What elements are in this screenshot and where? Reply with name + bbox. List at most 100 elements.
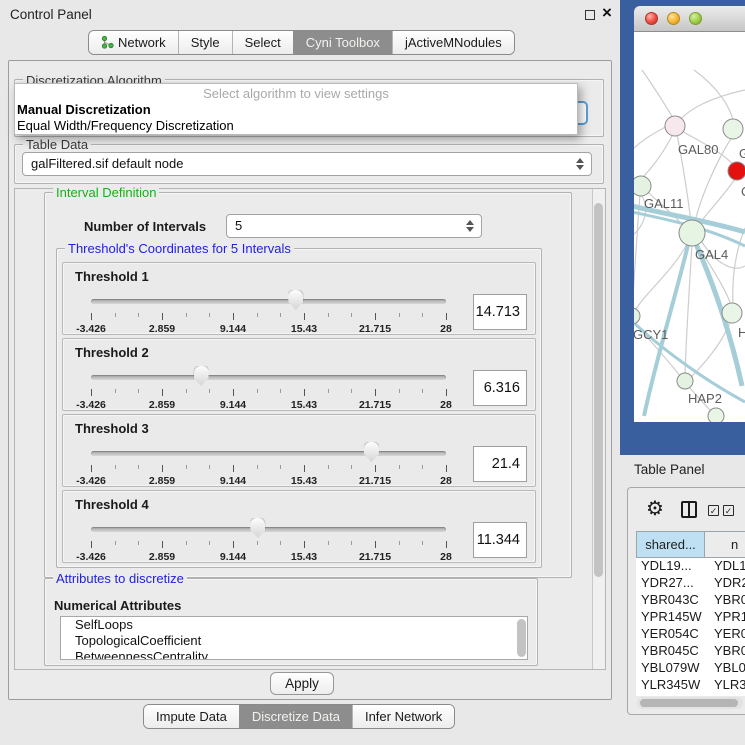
network-node[interactable]	[708, 408, 724, 422]
table-row[interactable]: YPR145WYPR1	[636, 609, 745, 626]
network-node[interactable]	[728, 162, 745, 180]
column-header-name[interactable]: n	[705, 531, 745, 558]
tick-mark	[138, 465, 139, 469]
tick-mark	[280, 541, 281, 545]
column-layout-icon[interactable]	[681, 501, 697, 518]
tab-impute-data[interactable]: Impute Data	[144, 705, 239, 728]
network-edge	[634, 126, 667, 150]
apply-button[interactable]: Apply	[270, 672, 334, 695]
tick-mark	[399, 465, 400, 469]
tick-mark	[375, 541, 376, 548]
tick-mark	[351, 465, 352, 469]
table-row[interactable]: YBR043CYBR0	[636, 592, 745, 609]
tick-mark	[91, 389, 92, 396]
threshold-slider[interactable]: -3.4262.8599.14415.4321.71528	[91, 515, 446, 561]
network-edge	[691, 322, 730, 377]
close-icon[interactable]	[602, 3, 612, 23]
tick-mark	[422, 313, 423, 317]
tick-label: 28	[440, 399, 452, 411]
tick-mark	[186, 465, 187, 469]
column-header-shared-name[interactable]: shared...	[636, 531, 705, 558]
table-row[interactable]: YLR345WYLR3	[636, 677, 745, 694]
tick-mark	[304, 313, 305, 320]
cell-name: YLR3	[705, 677, 745, 694]
table-row[interactable]: YDR27...YDR2	[636, 575, 745, 592]
minimize-traffic-light-icon[interactable]	[667, 12, 680, 25]
tick-label: 2.859	[149, 399, 175, 411]
network-node[interactable]	[679, 220, 705, 246]
cell-shared-name: YIL052C	[636, 694, 705, 696]
vertical-scrollbar-thumb[interactable]	[594, 203, 603, 577]
table-header-row: shared... n	[636, 531, 745, 558]
float-window-icon[interactable]	[585, 10, 595, 20]
numerical-attributes-list[interactable]: SelfLoopsTopologicalCoefficientBetweenne…	[60, 616, 528, 660]
tab-network[interactable]: Network	[89, 31, 178, 54]
gear-icon[interactable]	[646, 496, 664, 521]
horizontal-scrollbar-thumb[interactable]	[640, 699, 738, 707]
tick-mark	[209, 541, 210, 545]
threshold-slider[interactable]: -3.4262.8599.14415.4321.71528	[91, 439, 446, 485]
network-node[interactable]	[634, 308, 640, 324]
network-node[interactable]	[634, 176, 651, 196]
dropdown-option-manual[interactable]: Manual Discretization	[15, 102, 577, 118]
list-scrollbar-thumb[interactable]	[517, 619, 526, 657]
tick-mark	[257, 465, 258, 469]
table-row[interactable]: YBL079WYBL0	[636, 660, 745, 677]
close-traffic-light-icon[interactable]	[645, 12, 658, 25]
network-node[interactable]	[723, 119, 743, 139]
network-node[interactable]	[665, 116, 685, 136]
tick-label: 9.144	[220, 323, 246, 335]
cell-shared-name: YBL079W	[636, 660, 705, 677]
node-table: shared... n YDL19...YDL1YDR27...YDR2YBR0…	[636, 531, 745, 558]
tab-cyni-toolbox[interactable]: Cyni Toolbox	[293, 31, 392, 54]
threshold-value-input[interactable]	[473, 522, 527, 558]
table-row[interactable]: YDL19...YDL1	[636, 558, 745, 575]
network-node[interactable]	[677, 373, 693, 389]
tick-mark	[422, 389, 423, 393]
tab-select[interactable]: Select	[232, 31, 293, 54]
network-window-titlebar[interactable]	[634, 6, 745, 32]
tick-mark	[233, 465, 234, 472]
table-data-combobox[interactable]: galFiltered.sif default node	[22, 152, 592, 176]
table-row[interactable]: YBR045CYBR0	[636, 643, 745, 660]
list-item[interactable]: TopologicalCoefficient	[61, 633, 527, 649]
tab-style[interactable]: Style	[178, 31, 232, 54]
slider-thumb[interactable]	[194, 366, 209, 386]
list-item[interactable]: BetweennessCentrality	[61, 649, 527, 660]
tick-label: -3.426	[76, 399, 106, 411]
threshold-slider[interactable]: -3.4262.8599.14415.4321.71528	[91, 363, 446, 409]
slider-thumb[interactable]	[250, 518, 265, 538]
threshold-value-input[interactable]	[473, 294, 527, 330]
tab-infer-network[interactable]: Infer Network	[352, 705, 454, 728]
table-row[interactable]: YER054CYER0	[636, 626, 745, 643]
tab-discretize-data[interactable]: Discretize Data	[239, 705, 352, 728]
threshold-value-input[interactable]	[473, 370, 527, 406]
network-edge	[733, 228, 745, 304]
bottom-tab-bar: Impute Data Discretize Data Infer Networ…	[143, 704, 455, 729]
checkbox-icon[interactable]	[723, 505, 734, 516]
checkbox-icon[interactable]	[708, 505, 719, 516]
table-row[interactable]: YIL052CYIL0	[636, 694, 745, 696]
list-item[interactable]: SelfLoops	[61, 617, 527, 633]
combobox-value: 5	[235, 218, 242, 233]
cell-shared-name: YLR345W	[636, 677, 705, 694]
slider-tick-labels: -3.4262.8599.14415.4321.71528	[91, 323, 446, 335]
tab-label: Impute Data	[156, 705, 227, 728]
dropdown-option-equal-width[interactable]: Equal Width/Frequency Discretization	[15, 118, 577, 134]
network-node[interactable]	[722, 303, 742, 323]
threshold-value-input[interactable]	[473, 446, 527, 482]
slider-tick-labels: -3.4262.8599.14415.4321.71528	[91, 475, 446, 487]
number-of-intervals-combobox[interactable]: 5	[226, 214, 482, 238]
tick-mark	[399, 313, 400, 317]
network-canvas[interactable]: GAL80GACGAL11GAL4GCY1HHAP2	[634, 32, 745, 422]
tick-mark	[422, 541, 423, 545]
cell-shared-name: YBR045C	[636, 643, 705, 660]
cell-name: YDR2	[705, 575, 745, 592]
tab-label: Select	[245, 31, 281, 54]
slider-thumb[interactable]	[364, 442, 379, 462]
slider-thumb[interactable]	[288, 290, 303, 310]
zoom-traffic-light-icon[interactable]	[689, 12, 702, 25]
threshold-slider[interactable]: -3.4262.8599.14415.4321.71528	[91, 287, 446, 333]
tab-jactivemnodules[interactable]: jActiveMNodules	[392, 31, 514, 54]
network-graph[interactable]: GAL80GACGAL11GAL4GCY1HHAP2	[634, 32, 745, 422]
